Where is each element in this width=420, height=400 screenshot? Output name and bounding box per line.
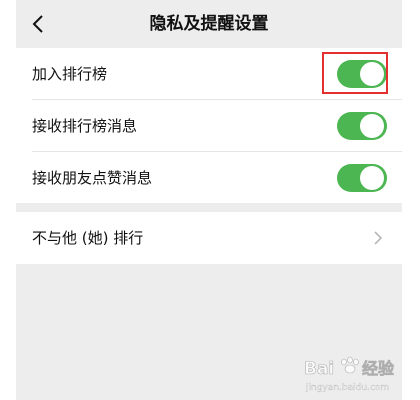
baidu-jingyan-watermark: Bai 经验 jingyan.baidu.com: [304, 356, 395, 393]
chevron-left-icon: [32, 15, 43, 33]
ranking-messages-toggle[interactable]: [337, 112, 387, 140]
chevron-right-icon: [374, 231, 383, 245]
setting-row-like-messages: 接收朋友点赞消息: [16, 152, 402, 204]
exclude-group: 不与他 (她) 排行: [16, 212, 402, 264]
back-button[interactable]: [24, 10, 52, 38]
setting-label: 接收朋友点赞消息: [32, 169, 153, 187]
setting-label: 接收排行榜消息: [32, 117, 138, 135]
svg-text:经验: 经验: [362, 359, 395, 378]
like-messages-toggle[interactable]: [337, 164, 387, 192]
svg-text:jingyan.baidu.com: jingyan.baidu.com: [305, 383, 389, 393]
toggle-knob: [360, 114, 384, 138]
exclude-ranking-label: 不与他 (她) 排行: [32, 229, 144, 247]
page-title: 隐私及提醒设置: [149, 14, 269, 34]
nav-bar: 隐私及提醒设置: [16, 0, 402, 48]
setting-row-ranking-messages: 接收排行榜消息: [16, 100, 402, 152]
toggle-knob: [360, 166, 384, 190]
exclude-ranking-row[interactable]: 不与他 (她) 排行: [16, 212, 402, 264]
highlight-box: [322, 52, 388, 94]
svg-text:Bai: Bai: [304, 359, 334, 379]
setting-label: 加入排行榜: [32, 65, 108, 83]
